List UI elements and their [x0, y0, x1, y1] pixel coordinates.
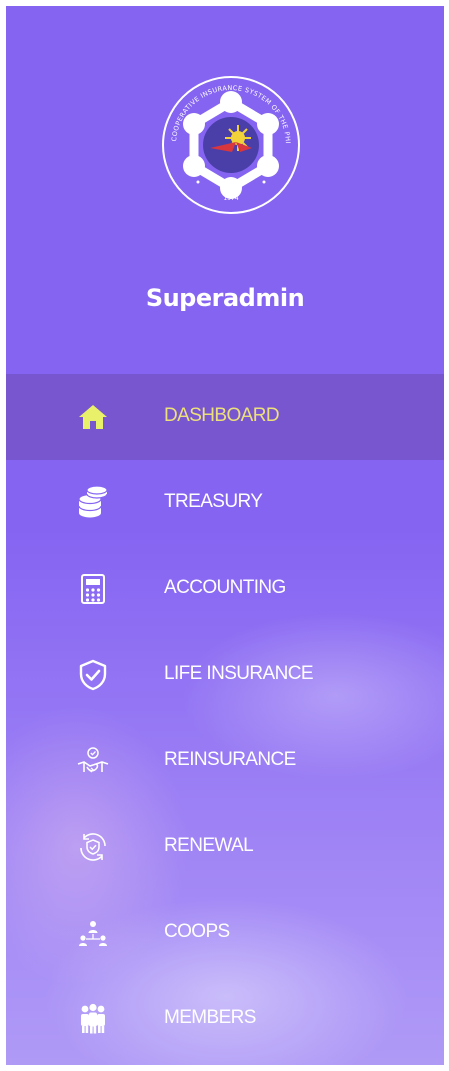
- home-icon: [76, 400, 110, 434]
- sidebar-item-treasury[interactable]: TREASURY: [6, 460, 444, 546]
- sidebar-item-label: DASHBOARD: [164, 405, 280, 426]
- user-role-title: Superadmin: [145, 284, 305, 312]
- sidebar-header: COOPERATIVE INSURANCE SYSTEM OF THE PHIL…: [6, 6, 444, 374]
- sidebar-item-label: ACCOUNTING: [164, 577, 286, 598]
- sidebar-item-label: RENEWAL: [164, 835, 254, 856]
- calculator-icon: [76, 572, 110, 606]
- sidebar-item-renewal[interactable]: RENEWAL: [6, 804, 444, 890]
- sidebar-nav: DASHBOARD TREASURY ACCOUNTING LIFE INSUR…: [6, 374, 444, 1062]
- network-people-icon: [76, 916, 110, 950]
- coins-stack-icon: [76, 485, 110, 520]
- shield-check-icon: [76, 658, 110, 692]
- cisp-seal-logo-icon: COOPERATIVE INSURANCE SYSTEM OF THE PHIL…: [155, 66, 304, 218]
- sidebar-item-label: MEMBERS: [164, 1007, 256, 1028]
- sidebar-item-reinsurance[interactable]: REINSURANCE: [6, 718, 444, 804]
- sidebar-item-accounting[interactable]: ACCOUNTING: [6, 546, 444, 632]
- sidebar-item-dashboard[interactable]: DASHBOARD: [6, 374, 444, 460]
- group-icon: [76, 1002, 110, 1036]
- sidebar-item-label: REINSURANCE: [164, 749, 296, 770]
- sidebar-item-members[interactable]: MEMBERS: [6, 976, 444, 1062]
- handshake-icon: [76, 744, 110, 778]
- sidebar-item-label: COOPS: [164, 921, 230, 942]
- sidebar-item-label: LIFE INSURANCE: [164, 663, 314, 684]
- sidebar-item-life-insurance[interactable]: LIFE INSURANCE: [6, 632, 444, 718]
- sidebar: COOPERATIVE INSURANCE SYSTEM OF THE PHIL…: [6, 6, 444, 1065]
- sidebar-item-coops[interactable]: COOPS: [6, 890, 444, 976]
- renew-shield-icon: [76, 830, 110, 864]
- sidebar-item-label: TREASURY: [164, 491, 263, 512]
